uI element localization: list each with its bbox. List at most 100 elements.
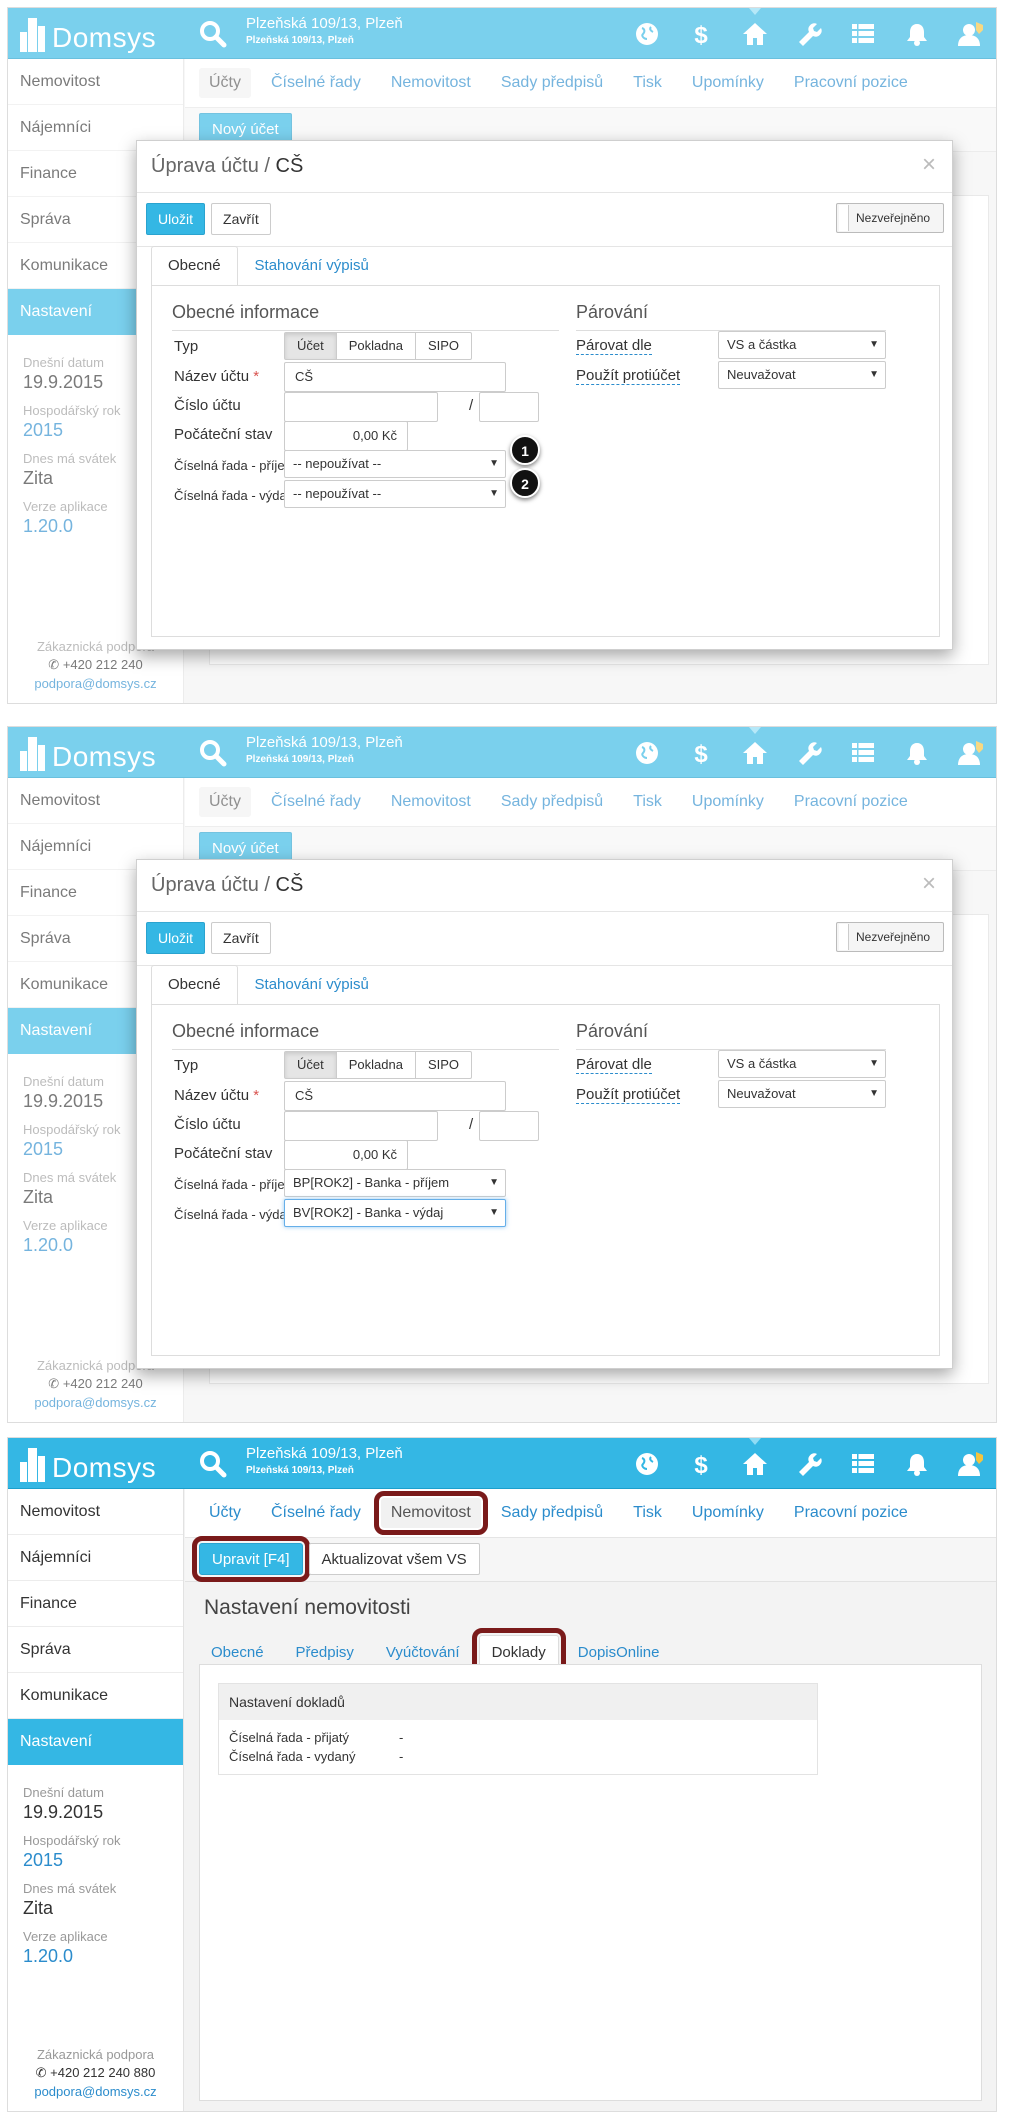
edit-button[interactable]: Upravit [F4]: [192, 1536, 310, 1582]
step-badge-1: 1: [510, 435, 540, 465]
tab-ciselne-rady[interactable]: Číselné řady: [261, 1498, 371, 1528]
version-value[interactable]: 1.20.0: [23, 1946, 183, 1967]
chevron-down-icon: ▼: [489, 458, 499, 469]
publish-toggle[interactable]: Nezveřejněno: [836, 922, 944, 952]
counter-account-label: Použít protiúčet: [576, 1086, 681, 1104]
bank-code-input[interactable]: [479, 392, 539, 422]
type-pokladna[interactable]: Pokladna: [335, 332, 416, 360]
close-icon[interactable]: ×: [922, 151, 936, 179]
table-row: Číselná řada - přijatý -: [229, 1730, 404, 1745]
type-pokladna[interactable]: Pokladna: [335, 1051, 416, 1079]
counter-account-select[interactable]: Neuvažovat ▼: [718, 361, 886, 389]
sidebar-item-nemovitost[interactable]: Nemovitost: [8, 1489, 183, 1535]
tab-stahovani-vypisu[interactable]: Stahování výpisů: [238, 965, 386, 1005]
type-label: Typ: [174, 338, 199, 355]
screenshot-2: Domsys Plzeňská 109/13, Plzeň Plzeňská 1…: [7, 726, 997, 1423]
property-settings-tabs: Obecné Předpisy Vyúčtování Doklady Dopis…: [185, 1620, 996, 1676]
tab-nemovitost[interactable]: Nemovitost: [373, 1491, 488, 1535]
close-icon[interactable]: ×: [922, 870, 936, 898]
date-value: 19.9.2015: [23, 1802, 104, 1822]
update-vs-button[interactable]: Aktualizovat všem VS: [308, 1543, 480, 1575]
tab-obecne[interactable]: Obecné: [151, 965, 238, 1005]
tab-stahovani-vypisu[interactable]: Stahování výpisů: [238, 246, 386, 286]
start-balance-input[interactable]: 0,00 Kč: [284, 421, 408, 451]
series-expense-select[interactable]: -- nepoužívat -- ▼: [284, 480, 506, 508]
section-pairing: Párování: [576, 1021, 886, 1050]
support-info: Zákaznická podpora ✆ +420 212 240 880 po…: [8, 2047, 183, 2099]
tab-tisk[interactable]: Tisk: [623, 1498, 672, 1528]
type-sipo[interactable]: SIPO: [414, 1051, 473, 1079]
year-value[interactable]: 2015: [23, 1850, 183, 1871]
edit-account-modal: Úprava účtu / CŠ × Uložit Zavřít Nezveře…: [136, 140, 953, 650]
start-label: Počáteční stav: [174, 1145, 273, 1162]
section-general: Obecné informace: [172, 302, 559, 331]
series-income-label: Číselná řada - příjem: [174, 458, 296, 473]
start-balance-input[interactable]: 0,00 Kč: [284, 1140, 408, 1170]
user-icon[interactable]: [944, 1438, 996, 1489]
account-number-input[interactable]: [284, 392, 438, 422]
wrench-icon[interactable]: [782, 1438, 836, 1489]
bell-icon[interactable]: [890, 1438, 944, 1489]
sidebar-item-sprava[interactable]: Správa: [8, 1627, 183, 1673]
sidebar: Nemovitost Nájemníci Finance Správa Komu…: [8, 1489, 184, 2111]
series-expense-label: Číselná řada - výdaj: [174, 488, 290, 503]
property-address[interactable]: Plzeňská 109/13, Plzeň Plzeňská 109/13, …: [246, 1445, 403, 1476]
documents-settings-table: Nastavení dokladů Číselná řada - přijatý…: [218, 1683, 818, 1775]
sidebar-item-komunikace[interactable]: Komunikace: [8, 1673, 183, 1719]
close-button[interactable]: Zavřít: [211, 203, 271, 235]
series-expense-select[interactable]: BV[ROK2] - Banka - výdaj ▼: [284, 1199, 506, 1227]
save-button[interactable]: Uložit: [146, 203, 206, 235]
support-email[interactable]: podpora@domsys.cz: [8, 2084, 183, 2099]
version-label: Verze aplikace: [23, 1929, 108, 1944]
pair-by-select[interactable]: VS a částka ▼: [718, 331, 886, 359]
number-label: Číslo účtu: [174, 1116, 241, 1133]
top-bar: Domsys Plzeňská 109/13, Plzeň Plzeňská 1…: [8, 1438, 996, 1489]
name-label: Název účtu *: [174, 368, 260, 385]
search-icon[interactable]: [198, 1449, 228, 1479]
table-row: Číselná řada - vydaný -: [229, 1749, 404, 1764]
svg-text:$: $: [694, 1452, 708, 1477]
save-button[interactable]: Uložit: [146, 922, 206, 954]
tab-ucty[interactable]: Účty: [199, 1498, 251, 1528]
sidebar-item-nastaveni[interactable]: Nastavení: [8, 1719, 183, 1765]
logo[interactable]: Domsys: [20, 1446, 156, 1482]
list-icon[interactable]: [836, 1438, 890, 1489]
chevron-down-icon: ▼: [489, 1207, 499, 1218]
dollar-icon[interactable]: $: [674, 1438, 728, 1489]
tab-obecne[interactable]: Obecné: [151, 246, 238, 286]
sidebar-item-najemnici[interactable]: Nájemníci: [8, 1535, 183, 1581]
chevron-down-icon: ▼: [869, 1058, 879, 1069]
publish-toggle[interactable]: Nezveřejněno: [836, 203, 944, 233]
name-input[interactable]: CŠ: [284, 362, 506, 392]
series-income-select[interactable]: -- nepoužívat -- ▼: [284, 450, 506, 478]
sidebar-item-finance[interactable]: Finance: [8, 1581, 183, 1627]
globe-icon[interactable]: [620, 1438, 674, 1489]
home-icon[interactable]: [728, 1438, 782, 1489]
close-button[interactable]: Zavřít: [211, 922, 271, 954]
bank-code-input[interactable]: [479, 1111, 539, 1141]
number-label: Číslo účtu: [174, 397, 241, 414]
start-label: Počáteční stav: [174, 426, 273, 443]
step-badge-2: 2: [510, 468, 540, 498]
modal-title: Úprava účtu / CŠ ×: [137, 141, 952, 193]
type-selector: Účet Pokladna SIPO: [284, 1051, 473, 1079]
series-income-label: Číselná řada - příjem: [174, 1177, 296, 1192]
type-ucet[interactable]: Účet: [284, 1051, 337, 1079]
chevron-down-icon: ▼: [869, 339, 879, 350]
tab-pracovni-pozice[interactable]: Pracovní pozice: [784, 1498, 918, 1528]
type-label: Typ: [174, 1057, 199, 1074]
tab-sady-predpisu[interactable]: Sady předpisů: [491, 1498, 613, 1528]
name-input[interactable]: CŠ: [284, 1081, 506, 1111]
series-income-select[interactable]: BP[ROK2] - Banka - příjem ▼: [284, 1169, 506, 1197]
counter-account-select[interactable]: Neuvažovat ▼: [718, 1080, 886, 1108]
pair-by-select[interactable]: VS a částka ▼: [718, 1050, 886, 1078]
page-title: Nastavení nemovitosti: [204, 1596, 411, 1619]
date-label: Dnešní datum: [23, 1785, 104, 1800]
type-ucet[interactable]: Účet: [284, 332, 337, 360]
pair-by-label: Párovat dle: [576, 337, 652, 355]
type-sipo[interactable]: SIPO: [414, 332, 473, 360]
section-pairing: Párování: [576, 302, 886, 331]
chevron-down-icon: ▼: [489, 488, 499, 499]
account-number-input[interactable]: [284, 1111, 438, 1141]
tab-upominky[interactable]: Upomínky: [682, 1498, 774, 1528]
